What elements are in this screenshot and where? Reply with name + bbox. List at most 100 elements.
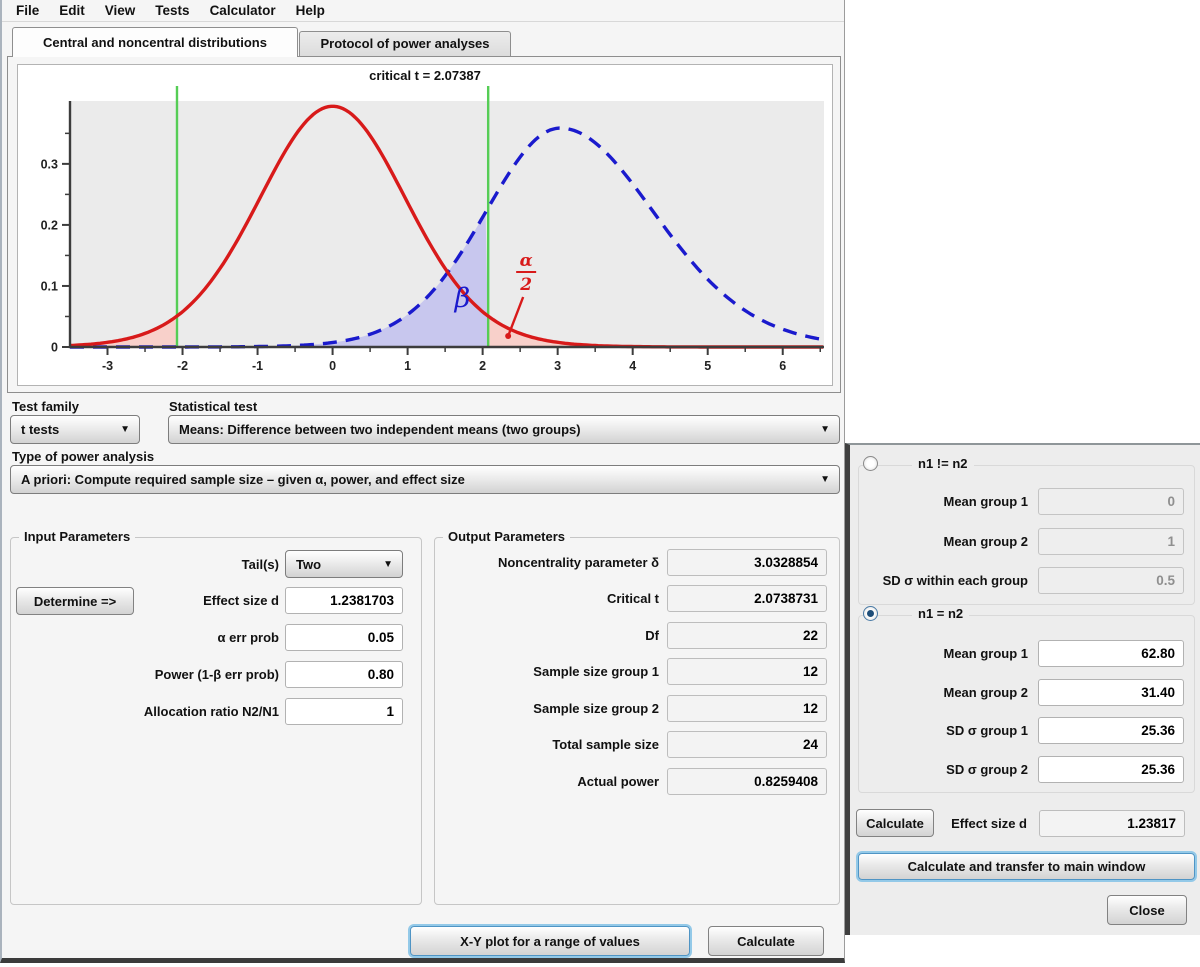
svg-text:0: 0: [329, 359, 336, 373]
tails-value: Two: [296, 557, 321, 572]
statistical-test-value: Means: Difference between two independen…: [179, 422, 581, 437]
tails-label: Tail(s): [11, 557, 285, 572]
alpha-err-prob-input[interactable]: [285, 624, 403, 651]
sample-size-2-label: Sample size group 2: [435, 701, 667, 716]
statistical-test-dropdown[interactable]: Means: Difference between two independen…: [168, 415, 840, 444]
actual-power-label: Actual power: [435, 774, 667, 789]
critical-t-label: Critical t: [435, 591, 667, 606]
tab-central-distributions[interactable]: Central and noncentral distributions: [12, 27, 298, 57]
input-parameters-group: Input Parameters Tail(s) Two ▼ Determine…: [10, 537, 422, 905]
equal-n-radio[interactable]: [863, 606, 878, 621]
sample-size-2-output: [667, 695, 827, 722]
test-family-dropdown[interactable]: t tests ▼: [10, 415, 140, 444]
distribution-chart-frame: critical t = 2.07387 -3 -2 -1 0 1 2 3 4 5 6 0 0.1 0.…: [17, 64, 833, 386]
power-label: Power (1-β err prob): [11, 667, 285, 682]
mean-group-1-label: Mean group 1: [859, 494, 1038, 509]
distribution-tab-pane: critical t = 2.07387 -3 -2 -1 0 1 2 3 4 5 6 0 0.1 0.…: [7, 56, 841, 393]
svg-text:-2: -2: [177, 359, 188, 373]
chevron-down-icon: ▼: [820, 474, 830, 485]
svg-text:5: 5: [704, 359, 711, 373]
power-input[interactable]: [285, 661, 403, 688]
alpha-err-prob-label: α err prob: [11, 630, 285, 645]
chevron-down-icon: ▼: [383, 559, 393, 570]
tails-dropdown[interactable]: Two ▼: [285, 550, 403, 578]
actual-power-output: [667, 768, 827, 795]
power-analysis-type-dropdown[interactable]: A priori: Compute required sample size –…: [10, 465, 840, 494]
noncentrality-output: [667, 549, 827, 576]
test-family-label: Test family: [12, 399, 79, 414]
equal-n-group: n1 = n2 Mean group 1 Mean group 2 SD σ g…: [858, 615, 1195, 793]
svg-text:4: 4: [629, 359, 636, 373]
esp-effect-size-label: Effect size d: [934, 816, 1039, 831]
output-parameters-group: Output Parameters Noncentrality paramete…: [434, 537, 840, 905]
mean-group-2-label: Mean group 2: [859, 685, 1038, 700]
svg-text:6: 6: [779, 359, 786, 373]
sd-group-2-label: SD σ group 2: [859, 762, 1038, 777]
test-family-value: t tests: [21, 422, 59, 437]
effect-size-drawer: n1 != n2 Mean group 1 Mean group 2 SD σ …: [845, 443, 1200, 935]
menu-file[interactable]: File: [6, 3, 49, 18]
sd-group-1-input[interactable]: [1038, 717, 1184, 744]
mean-group-2-input[interactable]: [1038, 679, 1184, 706]
equal-n-label: n1 = n2: [912, 606, 969, 621]
df-output: [667, 622, 827, 649]
power-analysis-type-label: Type of power analysis: [12, 449, 154, 464]
unequal-n-label: n1 != n2: [912, 456, 974, 471]
calculate-transfer-button[interactable]: Calculate and transfer to main window: [858, 853, 1195, 880]
mean-group-2-label: Mean group 2: [859, 534, 1038, 549]
calculate-button[interactable]: Calculate: [708, 926, 824, 956]
mean-group-2-disabled-input: [1038, 528, 1184, 555]
chart-title: critical t = 2.07387: [18, 68, 832, 85]
gpower-main-window: File Edit View Tests Calculator Help Cen…: [0, 0, 845, 963]
menu-help[interactable]: Help: [286, 3, 335, 18]
input-parameters-title: Input Parameters: [19, 529, 135, 544]
svg-text:0.3: 0.3: [41, 157, 58, 171]
svg-text:0.1: 0.1: [41, 279, 58, 293]
svg-text:2: 2: [479, 359, 486, 373]
svg-text:0: 0: [51, 341, 58, 355]
mean-group-1-input[interactable]: [1038, 640, 1184, 667]
sd-within-label: SD σ within each group: [859, 573, 1038, 588]
allocation-ratio-label: Allocation ratio N2/N1: [11, 704, 285, 719]
svg-text:β: β: [454, 283, 471, 314]
effect-size-input[interactable]: [285, 587, 403, 614]
sample-size-1-output: [667, 658, 827, 685]
esp-calculate-button[interactable]: Calculate: [856, 809, 934, 837]
critical-t-output: [667, 585, 827, 612]
chevron-down-icon: ▼: [120, 424, 130, 435]
svg-text:0.2: 0.2: [41, 218, 58, 232]
power-analysis-type-value: A priori: Compute required sample size –…: [21, 472, 465, 487]
svg-text:-1: -1: [252, 359, 263, 373]
unequal-n-radio[interactable]: [863, 456, 878, 471]
output-parameters-title: Output Parameters: [443, 529, 570, 544]
unequal-n-group: n1 != n2 Mean group 1 Mean group 2 SD σ …: [858, 465, 1195, 605]
menu-edit[interactable]: Edit: [49, 3, 95, 18]
esp-effect-size-output: [1039, 810, 1185, 837]
menu-calculator[interactable]: Calculator: [200, 3, 286, 18]
close-button[interactable]: Close: [1107, 895, 1187, 925]
menu-bar: File Edit View Tests Calculator Help: [2, 0, 844, 22]
sd-group-2-input[interactable]: [1038, 756, 1184, 783]
sd-within-disabled-input: [1038, 567, 1184, 594]
noncentrality-label: Noncentrality parameter δ: [435, 555, 667, 570]
svg-text:α: α: [520, 251, 533, 271]
allocation-ratio-input[interactable]: [285, 698, 403, 725]
mean-group-1-label: Mean group 1: [859, 646, 1038, 661]
svg-text:3: 3: [554, 359, 561, 373]
total-sample-size-label: Total sample size: [435, 737, 667, 752]
effect-size-label: Effect size d: [11, 593, 285, 608]
sample-size-1-label: Sample size group 1: [435, 664, 667, 679]
df-label: Df: [435, 628, 667, 643]
menu-tests[interactable]: Tests: [145, 3, 199, 18]
distribution-plot: -3 -2 -1 0 1 2 3 4 5 6 0 0.1 0.2 0.3 β α 2: [18, 85, 832, 377]
sd-group-1-label: SD σ group 1: [859, 723, 1038, 738]
xy-plot-button[interactable]: X-Y plot for a range of values: [410, 926, 690, 956]
svg-text:-3: -3: [102, 359, 113, 373]
chevron-down-icon: ▼: [820, 424, 830, 435]
statistical-test-label: Statistical test: [169, 399, 257, 414]
tab-protocol[interactable]: Protocol of power analyses: [299, 31, 511, 56]
mean-group-1-disabled-input: [1038, 488, 1184, 515]
svg-text:2: 2: [519, 275, 532, 295]
menu-view[interactable]: View: [95, 3, 146, 18]
svg-text:1: 1: [404, 359, 411, 373]
